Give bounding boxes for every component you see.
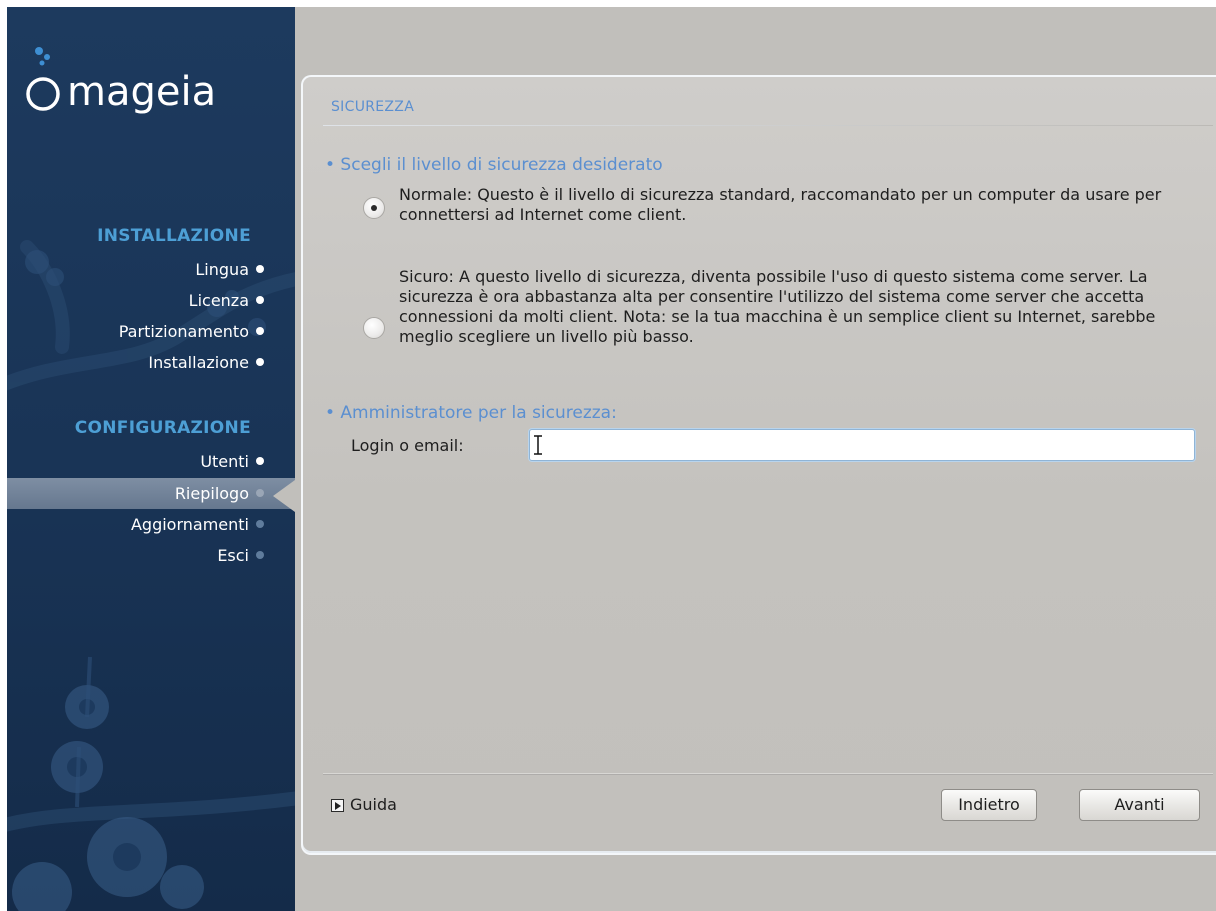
- status-dot-icon: [256, 489, 264, 497]
- sidebar-heading-configurazione: CONFIGURAZIONE: [74, 418, 251, 438]
- help-label[interactable]: Guida: [350, 795, 397, 814]
- sidebar-item-licenza: Licenza: [7, 285, 295, 316]
- sidebar-item-lingua: Lingua: [7, 254, 295, 285]
- sidebar-item-aggiornamenti: Aggiornamenti: [7, 509, 295, 540]
- status-dot-icon: [256, 457, 264, 465]
- sidebar-item-label: Licenza: [188, 291, 249, 310]
- sidebar-item-riepilogo: Riepilogo: [7, 478, 295, 509]
- sidebar-item-label: Riepilogo: [174, 484, 249, 503]
- mageia-logo: mageia: [25, 39, 285, 119]
- page-title: SICUREZZA: [331, 99, 415, 115]
- installer-screen: mageia INSTALLAZIONE Lingua Licenza Part…: [7, 7, 1216, 911]
- next-button[interactable]: Avanti: [1079, 789, 1200, 821]
- login-email-input[interactable]: [529, 429, 1195, 461]
- bottom-background: [301, 855, 1216, 911]
- sidebar-item-partizionamento: Partizionamento: [7, 316, 295, 347]
- sidebar-item-label: Utenti: [200, 452, 249, 471]
- sidebar-item-label: Esci: [217, 546, 249, 565]
- login-email-label: Login o email:: [351, 436, 464, 455]
- sidebar: mageia INSTALLAZIONE Lingua Licenza Part…: [7, 7, 295, 911]
- logo-wordmark: mageia: [67, 69, 216, 115]
- footer-divider: [323, 773, 1213, 774]
- help-toggle[interactable]: Guida: [331, 793, 397, 817]
- sidebar-item-label: Lingua: [195, 260, 249, 279]
- active-step-pointer-icon: [273, 480, 295, 512]
- status-dot-icon: [256, 520, 264, 528]
- back-button[interactable]: Indietro: [941, 789, 1037, 821]
- sidebar-item-utenti: Utenti: [7, 446, 295, 477]
- radio-button-sicuro[interactable]: [363, 317, 385, 339]
- status-dot-icon: [256, 296, 264, 304]
- status-dot-icon: [256, 551, 264, 559]
- sidebar-item-label: Aggiornamenti: [130, 515, 249, 534]
- sidebar-item-label: Partizionamento: [118, 322, 249, 341]
- sidebar-heading-installazione: INSTALLAZIONE: [97, 226, 251, 246]
- radio-button-normale[interactable]: [363, 197, 385, 219]
- logo-graphic: mageia: [26, 47, 216, 115]
- security-level-label: • Scegli il livello di sicurezza desider…: [325, 155, 663, 175]
- status-dot-icon: [256, 327, 264, 335]
- status-dot-icon: [256, 358, 264, 366]
- radio-label-sicuro[interactable]: Sicuro: A questo livello di sicurezza, d…: [399, 267, 1199, 347]
- radio-label-normale[interactable]: Normale: Questo è il livello di sicurezz…: [399, 185, 1199, 225]
- sidebar-item-installazione: Installazione: [7, 347, 295, 378]
- security-admin-label: • Amministratore per la sicurezza:: [325, 403, 617, 423]
- text-cursor-icon: [534, 435, 542, 455]
- expander-arrow-icon[interactable]: [331, 799, 344, 812]
- sidebar-item-esci: Esci: [7, 540, 295, 571]
- title-divider: [323, 125, 1213, 126]
- sidebar-item-label: Installazione: [148, 353, 249, 372]
- status-dot-icon: [256, 265, 264, 273]
- security-panel: SICUREZZA • Scegli il livello di sicurez…: [301, 75, 1216, 855]
